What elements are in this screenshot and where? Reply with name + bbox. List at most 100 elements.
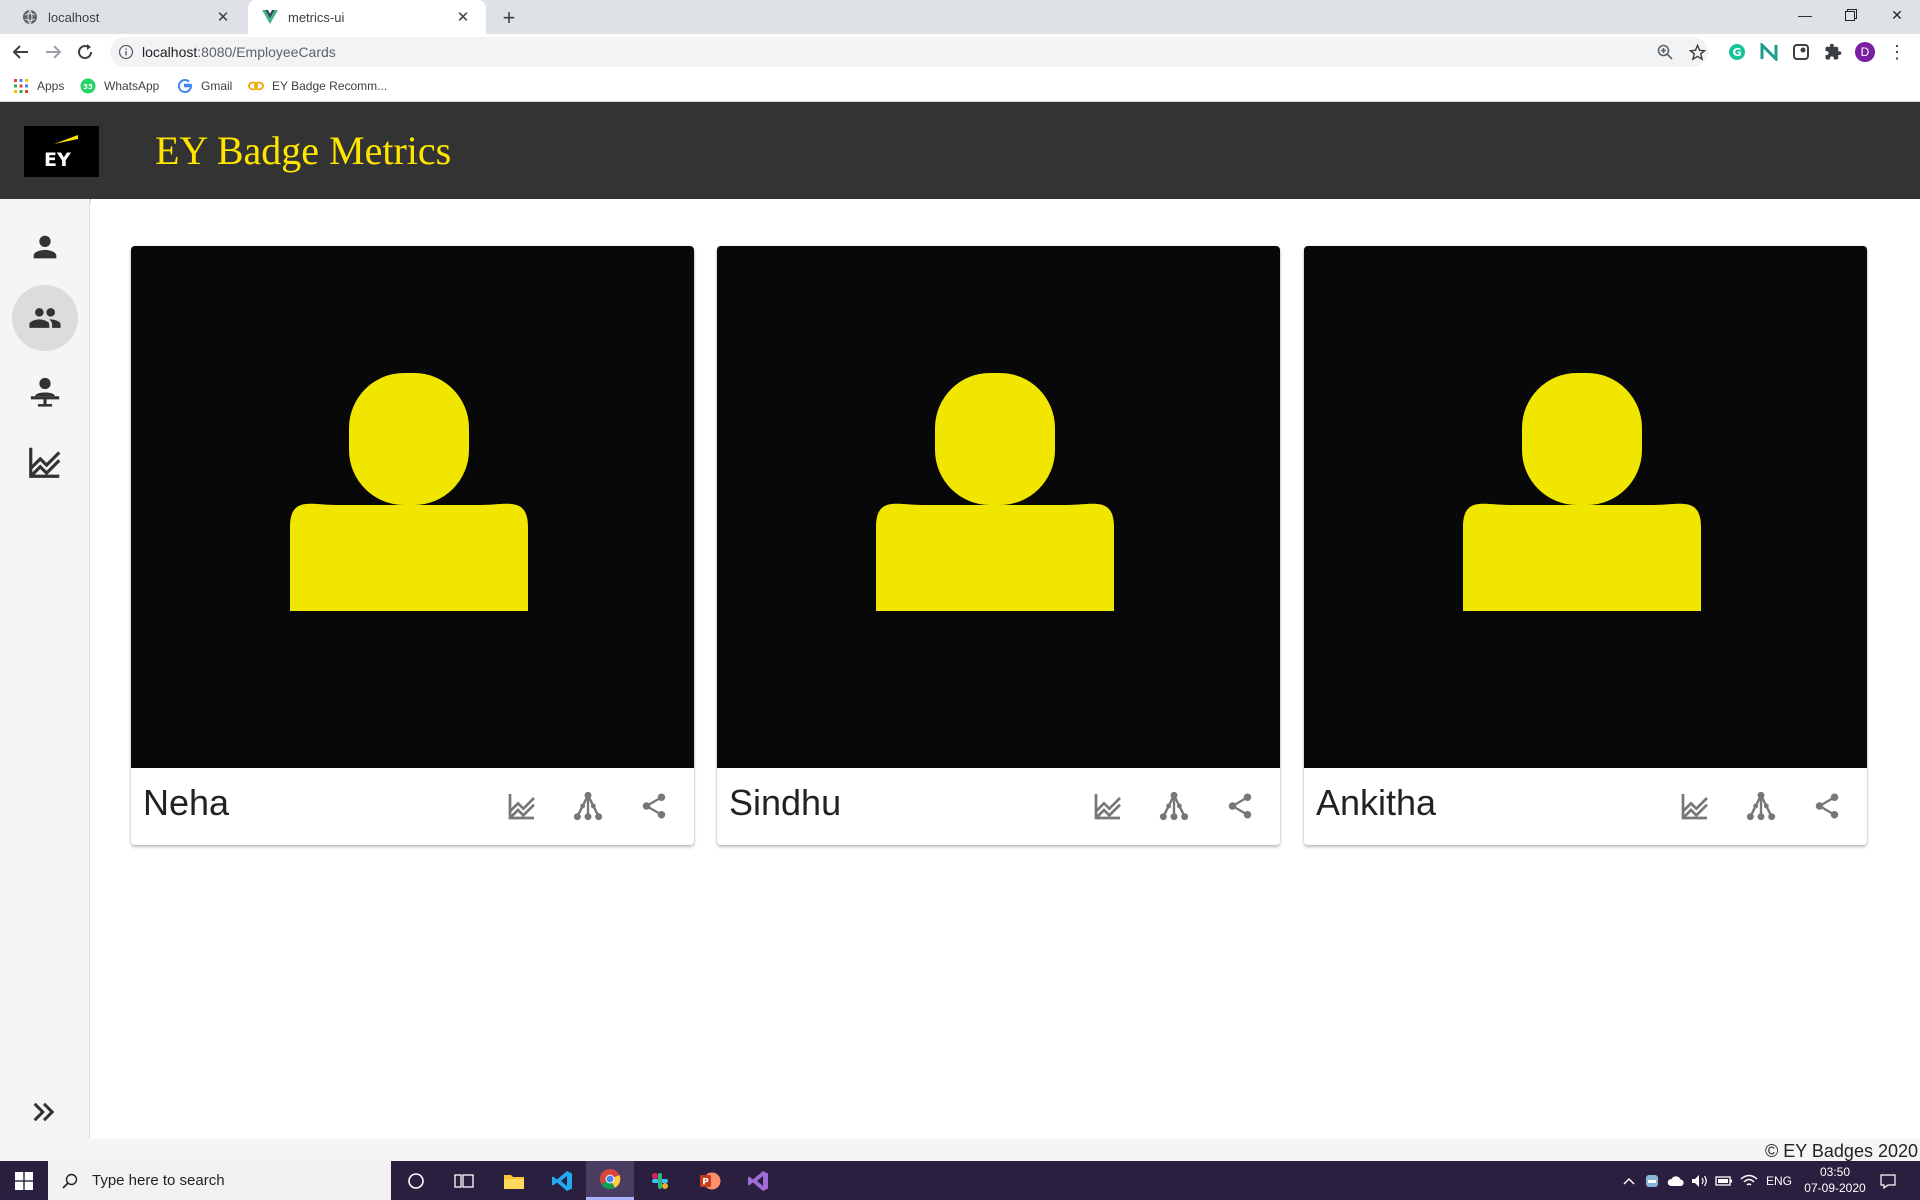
hierarchy-button[interactable] (1154, 786, 1194, 826)
metrics-chart-button[interactable] (1675, 786, 1715, 826)
employee-cards-area: Neha Sindhu Ankitha (91, 199, 1920, 1139)
ey-logo[interactable]: EY (24, 126, 99, 177)
show-hidden-icons[interactable] (1618, 1161, 1640, 1200)
svg-text:33: 33 (83, 83, 93, 91)
globe-icon (22, 9, 38, 25)
svg-text:EY: EY (44, 149, 71, 171)
battery-icon[interactable] (1712, 1161, 1736, 1200)
file-explorer-icon[interactable] (490, 1161, 538, 1200)
hierarchy-icon (573, 791, 603, 821)
slack-icon[interactable] (636, 1161, 684, 1200)
n-extension-icon[interactable] (1759, 42, 1779, 62)
reload-icon[interactable] (72, 39, 98, 65)
search-placeholder: Type here to search (92, 1172, 225, 1189)
chrome-taskbar-icon[interactable] (586, 1161, 634, 1200)
screenshot-extension-icon[interactable] (1791, 42, 1811, 62)
sidebar-item-employee[interactable] (12, 214, 78, 280)
bookmark-whatsapp[interactable]: 33 WhatsApp (80, 76, 159, 96)
bookmark-label: Apps (37, 79, 65, 93)
windows-logo-icon (15, 1171, 33, 1190)
employee-avatar (717, 246, 1280, 768)
zoom-icon[interactable] (1656, 43, 1674, 61)
notification-center-icon[interactable] (1870, 1161, 1906, 1200)
employee-card[interactable]: Neha (131, 246, 694, 845)
hierarchy-icon (1159, 791, 1189, 821)
volume-icon[interactable] (1688, 1161, 1712, 1200)
app-title: EY Badge Metrics (155, 128, 452, 173)
browser-tab-metrics-ui[interactable]: metrics-ui ✕ (248, 0, 486, 34)
close-window-icon[interactable]: ✕ (1874, 0, 1920, 30)
svg-text:P: P (702, 1177, 709, 1187)
powerpoint-icon[interactable]: P (686, 1161, 734, 1200)
bookmark-ey-badge[interactable]: EY Badge Recomm... (248, 76, 387, 96)
taskbar-search-box[interactable]: Type here to search (48, 1161, 391, 1200)
hierarchy-button[interactable] (568, 786, 608, 826)
hierarchy-icon (1746, 791, 1776, 821)
sidebar-item-presenter[interactable] (12, 359, 78, 425)
info-icon[interactable] (118, 44, 134, 60)
new-tab-button[interactable]: + (496, 5, 522, 31)
sidebar-item-metrics[interactable] (12, 429, 78, 495)
google-icon (177, 78, 193, 94)
taskbar-clock[interactable]: 03:50 07-09-2020 (1800, 1164, 1870, 1196)
card-footer: Neha (131, 768, 694, 845)
browser-tab-localhost[interactable]: localhost ✕ (8, 0, 246, 34)
link-icon (248, 78, 264, 94)
svg-text:G: G (1732, 46, 1741, 59)
bookmark-gmail[interactable]: Gmail (177, 76, 232, 96)
hierarchy-button[interactable] (1741, 786, 1781, 826)
metrics-chart-button[interactable] (502, 786, 542, 826)
employee-name: Sindhu (729, 782, 842, 823)
chart-icon (1681, 794, 1708, 820)
employee-name: Ankitha (1316, 782, 1437, 823)
bookmark-label: WhatsApp (104, 79, 160, 93)
metrics-chart-button[interactable] (1088, 786, 1128, 826)
sidebar-nav (0, 199, 90, 1161)
restore-icon[interactable] (1828, 0, 1874, 30)
card-footer: Ankitha (1304, 768, 1867, 845)
employee-card[interactable]: Ankitha (1304, 246, 1867, 845)
minimize-icon[interactable]: — (1782, 0, 1828, 30)
share-button[interactable] (1220, 786, 1260, 826)
app-footer: © EY Badges 2020 (0, 1139, 1920, 1161)
bookmarks-bar: Apps 33 WhatsApp Gmail EY Badge Recomm..… (0, 70, 1920, 102)
sidebar-item-employee-cards[interactable] (12, 285, 78, 351)
chart-icon (508, 794, 535, 820)
wifi-icon[interactable] (1736, 1161, 1762, 1200)
employee-avatar (1304, 246, 1867, 768)
address-bar[interactable]: localhost:8080/EmployeeCards (110, 37, 1708, 67)
back-arrow-icon[interactable] (8, 39, 34, 65)
employee-avatar (131, 246, 694, 768)
expand-sidebar-button[interactable] (25, 1093, 63, 1131)
app-header: EY EY Badge Metrics (0, 102, 1920, 199)
profile-avatar[interactable]: D (1855, 42, 1875, 62)
share-icon (642, 793, 666, 819)
kebab-menu-icon[interactable]: ⋮ (1887, 42, 1907, 62)
visual-studio-icon[interactable] (734, 1161, 782, 1200)
windows-taskbar: Type here to search P ENG 03:50 07-09-20… (0, 1161, 1920, 1200)
close-tab-icon[interactable]: ✕ (454, 8, 472, 26)
star-icon[interactable] (1688, 43, 1706, 61)
drive-tray-icon[interactable] (1640, 1161, 1664, 1200)
employee-card[interactable]: Sindhu (717, 246, 1280, 845)
employee-name: Neha (143, 782, 230, 823)
task-view-icon[interactable] (440, 1161, 488, 1200)
bookmark-apps[interactable]: Apps (13, 76, 64, 96)
close-tab-icon[interactable]: ✕ (214, 8, 232, 26)
onedrive-icon[interactable] (1664, 1161, 1688, 1200)
windows-start-button[interactable] (0, 1161, 48, 1200)
browser-toolbar: localhost:8080/EmployeeCards G D ⋮ (0, 34, 1920, 70)
browser-tab-bar: localhost ✕ metrics-ui ✕ + — ✕ (0, 0, 1920, 34)
tab-title: localhost (48, 9, 100, 25)
url-text: localhost:8080/EmployeeCards (142, 44, 336, 60)
copyright-text: © EY Badges 2020 (1764, 1141, 1918, 1161)
grammarly-icon[interactable]: G (1727, 42, 1747, 62)
cortana-icon[interactable] (392, 1161, 440, 1200)
share-button[interactable] (1807, 786, 1847, 826)
forward-arrow-icon[interactable] (40, 39, 66, 65)
share-button[interactable] (634, 786, 674, 826)
puzzle-extensions-icon[interactable] (1823, 42, 1843, 62)
vscode-icon[interactable] (538, 1161, 586, 1200)
chart-icon (29, 447, 61, 478)
language-indicator[interactable]: ENG (1762, 1161, 1796, 1200)
